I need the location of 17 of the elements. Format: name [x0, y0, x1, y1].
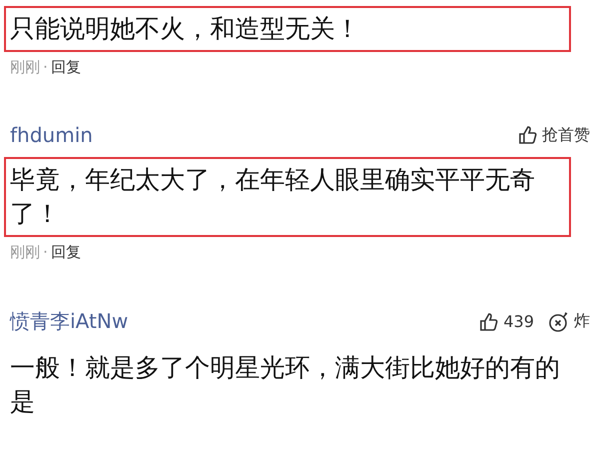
- reply-link[interactable]: 回复: [50, 58, 81, 77]
- reply-link[interactable]: 回复: [50, 243, 81, 262]
- bomb-icon: [548, 310, 570, 332]
- comment-time: 刚刚: [10, 58, 40, 77]
- like-button[interactable]: 抢首赞: [518, 124, 590, 146]
- username[interactable]: 愤青李iAtNw: [10, 308, 128, 335]
- separator-dot: ·: [43, 243, 48, 262]
- comment-time: 刚刚: [10, 243, 40, 262]
- separator-dot: ·: [43, 58, 48, 77]
- comment-text: 毕竟，年纪太大了，在年轻人眼里确实平平无奇了！: [4, 157, 571, 237]
- thumbs-up-icon: [518, 125, 538, 145]
- like-button[interactable]: 439: [479, 312, 534, 332]
- username[interactable]: fhdumin: [10, 123, 93, 147]
- comment-text: 一般！就是多了个明星光环，满大街比她好的有的是: [9, 352, 561, 418]
- bomb-button[interactable]: 炸: [548, 310, 590, 332]
- thumbs-up-icon: [479, 312, 500, 332]
- comment-text: 只能说明她不火，和造型无关！: [4, 6, 571, 52]
